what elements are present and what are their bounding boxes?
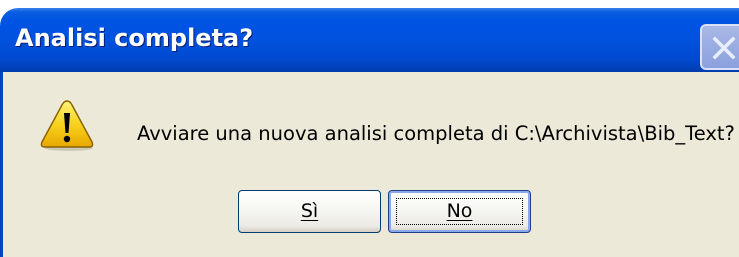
dialog-title: Analisi completa?: [15, 24, 254, 52]
title-bar[interactable]: Analisi completa?: [0, 8, 739, 72]
yes-button-label: Sì: [300, 200, 319, 222]
dialog-window: Analisi completa? Avviare una nuova anal…: [0, 0, 739, 257]
dialog-message: Avviare una nuova analisi completa di C:…: [137, 122, 735, 145]
warning-icon: [39, 98, 95, 156]
close-icon: [712, 36, 736, 60]
close-button[interactable]: [700, 24, 739, 70]
yes-button[interactable]: Sì: [238, 190, 381, 233]
dialog-body: Avviare una nuova analisi completa di C:…: [0, 72, 739, 257]
no-button-label: No: [446, 200, 473, 222]
no-button[interactable]: No: [388, 190, 531, 233]
